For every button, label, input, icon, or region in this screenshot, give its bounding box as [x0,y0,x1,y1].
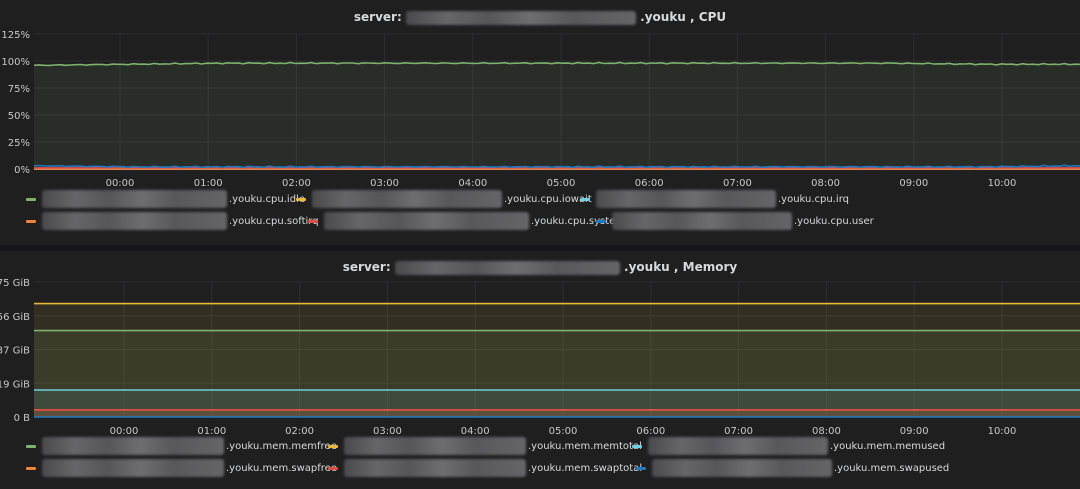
legend-swatch [580,197,590,201]
legend-item-memfree[interactable]: .youku.mem.memfree [26,437,337,455]
y-tick-label: 0% [14,165,30,176]
legend-swatch [308,219,318,223]
legend-swatch [328,466,338,470]
x-tick-label: 08:00 [811,178,840,189]
cpu-legend: .youku.cpu.idle .youku.cpu.iowait .youku.c… [0,190,1080,240]
legend-label: .youku.mem.swaptotal [528,463,643,474]
legend-swatch [328,444,338,448]
x-tick-label: 10:00 [988,426,1017,437]
memory-panel: server: .youku , Memory 0 B 19 GiB 37 GiB 5… [0,251,1080,489]
x-tick-label: 03:00 [373,426,402,437]
x-tick-label: 10:00 [988,178,1017,189]
y-tick-label: 100% [1,57,30,68]
x-tick-label: 01:00 [197,426,226,437]
x-tick-label: 05:00 [547,178,576,189]
legend-swatch [26,219,36,223]
legend-item-iowait[interactable]: .youku.cpu.iowait [296,190,592,208]
legend-swatch [296,197,306,201]
legend-item-user[interactable]: .youku.cpu.user [596,212,874,230]
x-tick-label: 07:00 [724,426,753,437]
legend-label: .youku.cpu.irq [778,194,849,205]
redacted-hostname [652,459,832,477]
y-tick-label: 0 B [14,413,31,424]
redacted-hostname [312,190,502,208]
series-area-mem-swaptotal [34,409,1080,417]
x-tick-label: 09:00 [900,426,929,437]
legend-item-irq[interactable]: .youku.cpu.irq [580,190,849,208]
legend-label: .youku.mem.memtotal [528,441,642,452]
legend-label: .youku.mem.swapfree [226,463,337,474]
legend-item-swaptotal[interactable]: .youku.mem.swaptotal [328,459,643,477]
legend-label: .youku.cpu.user [794,216,874,227]
legend-swatch [26,466,36,470]
redacted-hostname [42,190,227,208]
redacted-hostname [42,459,224,477]
legend-item-system[interactable]: .youku.cpu.system [308,212,625,230]
y-tick-label: 19 GiB [0,379,30,390]
y-tick-label: 125% [1,30,30,41]
redacted-hostname [648,437,828,455]
series-area-cpu-idle [34,63,1080,169]
legend-label: .youku.cpu.softirq [229,216,319,227]
legend-item-memused[interactable]: .youku.mem.memused [632,437,946,455]
y-tick-label: 56 GiB [0,312,30,323]
memory-legend: .youku.mem.memfree .youku.mem.memtotal .yo… [0,437,1080,487]
x-tick-label: 00:00 [106,178,135,189]
legend-swatch [632,444,642,448]
legend-swatch [26,197,36,201]
x-tick-label: 04:00 [461,426,490,437]
legend-label: .youku.cpu.iowait [504,194,592,205]
x-tick-label: 00:00 [110,426,139,437]
y-tick-label: 37 GiB [0,346,30,357]
y-tick-label: 75% [8,84,30,95]
redacted-hostname [612,212,792,230]
legend-item-memtotal[interactable]: .youku.mem.memtotal [328,437,642,455]
redacted-hostname [42,437,224,455]
x-tick-label: 06:00 [635,178,664,189]
x-tick-label: 06:00 [636,426,665,437]
legend-item-swapfree[interactable]: .youku.mem.swapfree [26,459,337,477]
legend-swatch [596,219,606,223]
redacted-hostname [324,212,529,230]
y-tick-label: 75 GiB [0,278,30,289]
y-tick-label: 25% [8,138,30,149]
cpu-panel: server: .youku , CPU 0% 25% 50% 75% 100% 125%… [0,0,1080,245]
y-tick-label: 50% [8,111,30,122]
x-tick-label: 09:00 [899,178,928,189]
redacted-hostname [344,437,526,455]
redacted-hostname [344,459,526,477]
x-tick-label: 02:00 [285,426,314,437]
x-tick-label: 08:00 [812,426,841,437]
legend-label: .youku.mem.swapused [834,463,950,474]
legend-swatch [26,444,36,448]
legend-label: .youku.cpu.idle [229,194,305,205]
legend-label: .youku.mem.memfree [226,441,337,452]
legend-label: .youku.mem.memused [830,441,946,452]
redacted-hostname [42,212,227,230]
legend-item-softirq[interactable]: .youku.cpu.softirq [26,212,319,230]
redacted-hostname [596,190,776,208]
x-tick-label: 05:00 [549,426,578,437]
x-tick-label: 02:00 [282,178,311,189]
x-tick-label: 03:00 [370,178,399,189]
x-tick-label: 01:00 [194,178,223,189]
legend-swatch [636,466,646,470]
legend-item-swapused[interactable]: .youku.mem.swapused [636,459,950,477]
legend-item-idle[interactable]: .youku.cpu.idle [26,190,305,208]
x-tick-label: 07:00 [723,178,752,189]
x-tick-label: 04:00 [458,178,487,189]
